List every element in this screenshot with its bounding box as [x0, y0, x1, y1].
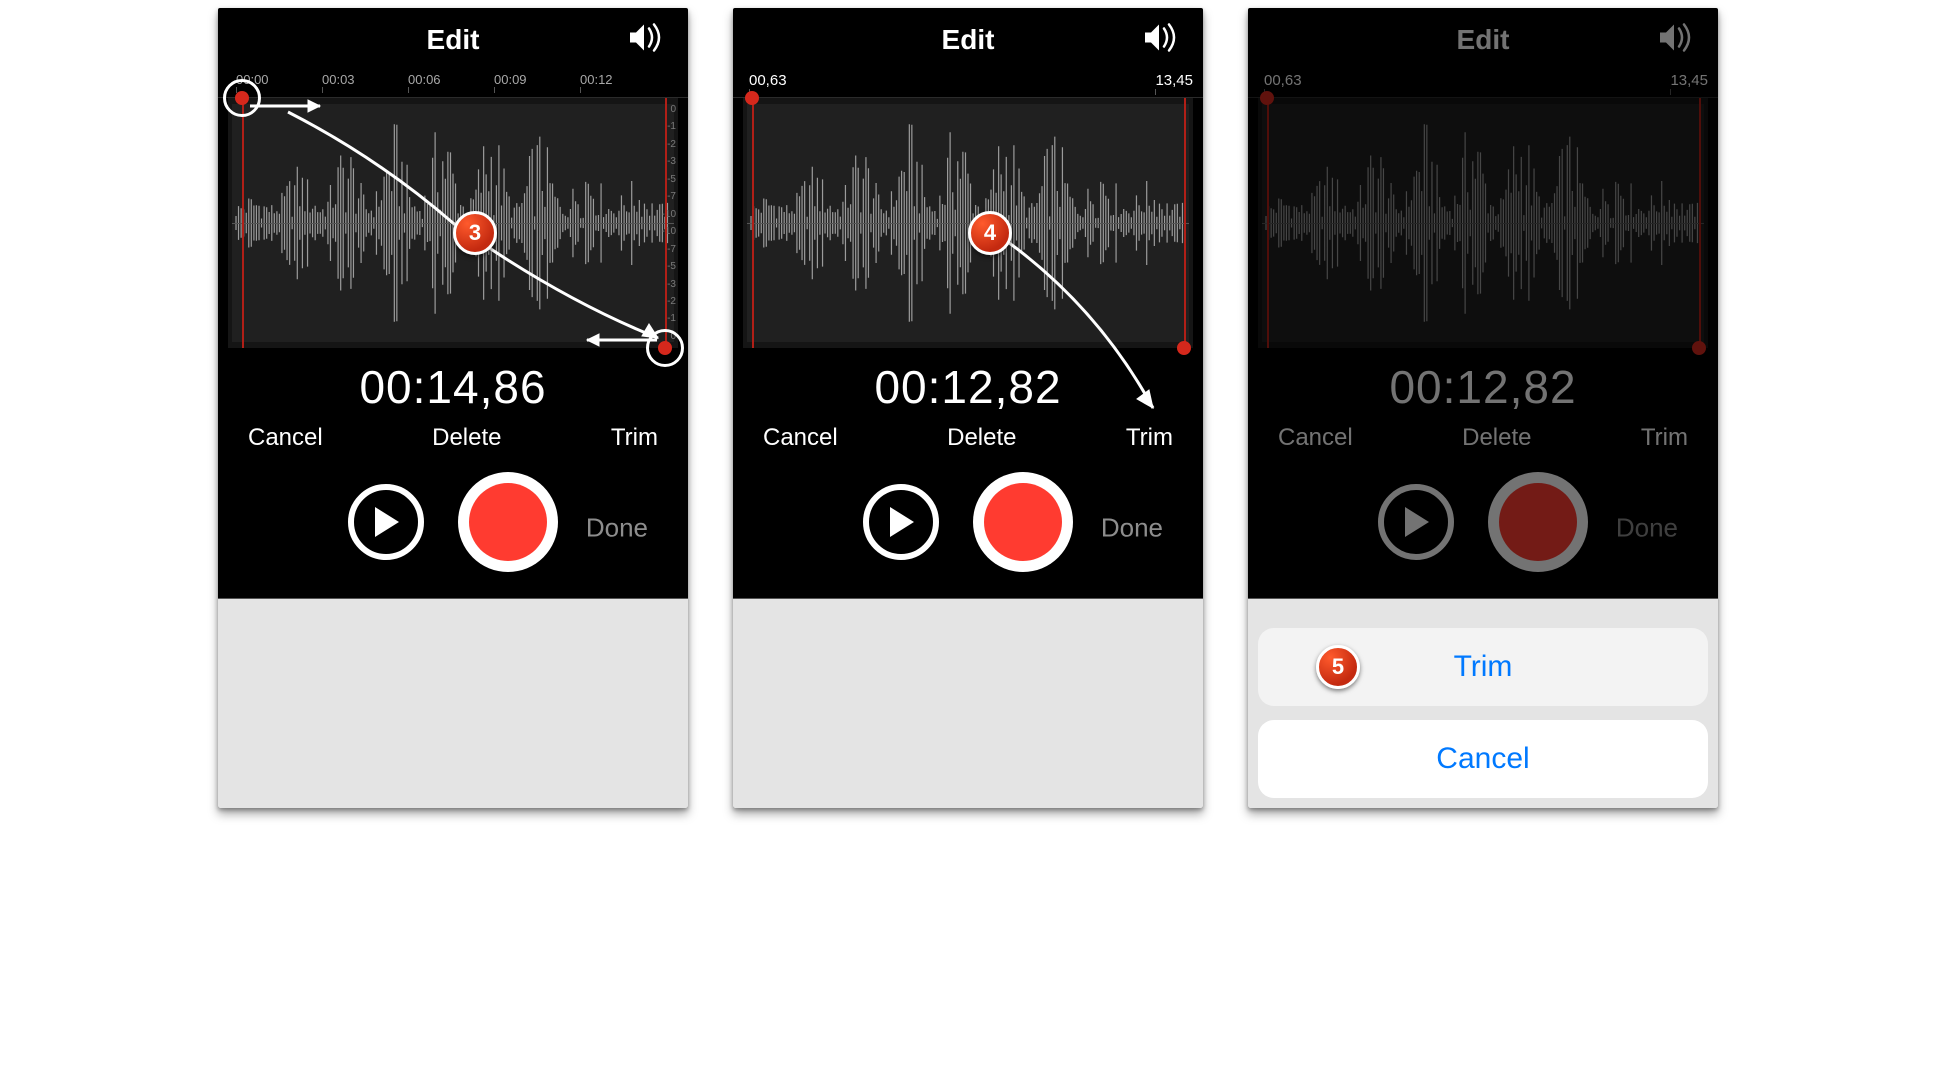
- speaker-icon[interactable]: [628, 23, 666, 58]
- ruler-tick: 00:03: [322, 72, 355, 87]
- timecode: 00:12,82: [1248, 360, 1718, 414]
- timecode: 00:14,86: [218, 360, 688, 414]
- recordings-list-area: [733, 598, 1203, 808]
- record-button[interactable]: [973, 472, 1073, 572]
- done-button[interactable]: Done: [1101, 513, 1163, 544]
- trim-handle-right[interactable]: [1699, 98, 1701, 348]
- time-ruler: 00:00 00:03 00:06 00:09 00:12: [218, 72, 688, 98]
- trim-dot-bottom[interactable]: [1692, 341, 1706, 355]
- ruler-start: 00,63: [1264, 72, 1302, 89]
- sheet-cancel-button[interactable]: Cancel: [1258, 720, 1708, 798]
- speaker-icon[interactable]: [1658, 23, 1696, 58]
- waveform-area[interactable]: [1258, 98, 1708, 348]
- ruler-tick: 00:09: [494, 72, 527, 87]
- time-ruler: 00,63 13,45: [733, 72, 1203, 98]
- ruler-start: 00,63: [749, 72, 787, 89]
- action-sheet: Trim5 Cancel: [1258, 628, 1708, 798]
- trim-dot-bottom[interactable]: [658, 341, 672, 355]
- cancel-button[interactable]: Cancel: [1278, 424, 1353, 452]
- panel-2: Edit 00,63 13,45 00:12,82 Cancel Delete Trim…: [733, 8, 1203, 808]
- delete-button[interactable]: Delete: [1462, 424, 1531, 452]
- timecode: 00:12,82: [733, 360, 1203, 414]
- play-button[interactable]: [348, 484, 424, 560]
- trim-handle-left[interactable]: [1267, 98, 1269, 348]
- step-badge: 5: [1316, 645, 1360, 689]
- trim-handle-right[interactable]: [1184, 98, 1186, 348]
- waveform-area[interactable]: 0-1-2-3-5-7-10-10-7-5-3-2-10: [228, 98, 678, 348]
- ruler-end: 13,45: [1670, 72, 1708, 89]
- trim-handle-right[interactable]: [665, 98, 667, 348]
- trim-button[interactable]: Trim: [1641, 424, 1688, 452]
- speaker-icon[interactable]: [1143, 23, 1181, 58]
- step-badge: 3: [453, 211, 497, 255]
- trim-handle-left[interactable]: [242, 98, 244, 348]
- step-badge: 4: [968, 211, 1012, 255]
- edit-title: Edit: [942, 24, 995, 56]
- delete-button[interactable]: Delete: [947, 424, 1016, 452]
- trim-button[interactable]: Trim: [1126, 424, 1173, 452]
- trim-dot-top[interactable]: [745, 91, 759, 105]
- edit-title: Edit: [427, 24, 480, 56]
- ruler-end: 13,45: [1155, 72, 1193, 89]
- cancel-button[interactable]: Cancel: [763, 424, 838, 452]
- play-button[interactable]: [863, 484, 939, 560]
- panel-3: Edit 00,63 13,45 00:12,82 Cancel Delete Trim…: [1248, 8, 1718, 808]
- delete-button[interactable]: Delete: [432, 424, 501, 452]
- waveform-area[interactable]: [743, 98, 1193, 348]
- play-button[interactable]: [1378, 484, 1454, 560]
- ruler-tick: 00:06: [408, 72, 441, 87]
- done-button[interactable]: Done: [1616, 513, 1678, 544]
- trim-dot-top[interactable]: [1260, 91, 1274, 105]
- record-button[interactable]: [458, 472, 558, 572]
- trim-dot-top[interactable]: [235, 91, 249, 105]
- edit-title: Edit: [1457, 24, 1510, 56]
- sheet-trim-button[interactable]: Trim5: [1258, 628, 1708, 706]
- time-ruler: 00,63 13,45: [1248, 72, 1718, 98]
- cancel-button[interactable]: Cancel: [248, 424, 323, 452]
- recordings-list-area: [218, 598, 688, 808]
- ruler-tick: 00:00: [236, 72, 269, 87]
- record-button[interactable]: [1488, 472, 1588, 572]
- trim-handle-left[interactable]: [752, 98, 754, 348]
- panel-1: Edit 00:00 00:03 00:06 00:09 00:12 0-1-2-3-5…: [218, 8, 688, 808]
- ruler-tick: 00:12: [580, 72, 613, 87]
- trim-button[interactable]: Trim: [611, 424, 658, 452]
- trim-dot-bottom[interactable]: [1177, 341, 1191, 355]
- done-button[interactable]: Done: [586, 513, 648, 544]
